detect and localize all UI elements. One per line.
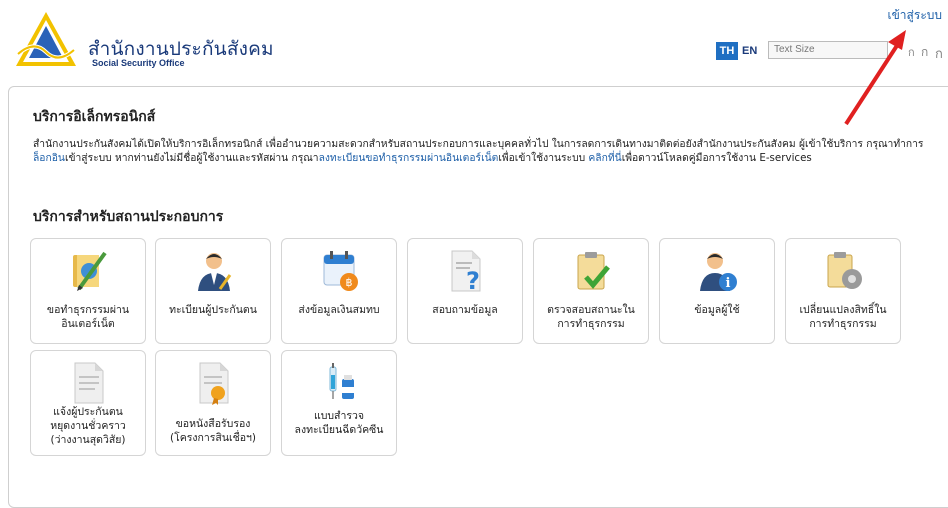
intro-part-4: เพื่อดาวน์โหลดคู่มือการใช้งาน E-services [621, 151, 812, 164]
login-inline-link[interactable]: ล็อกอิน [33, 152, 65, 164]
service-label: แบบสำรวจ ลงทะเบียนฉีดวัคซีน [294, 410, 384, 436]
clipboard-check-icon [577, 252, 610, 290]
service-card-insured-registration[interactable]: ทะเบียนผู้ประกันตน [155, 238, 271, 344]
service-label: แจ้งผู้ประกันตน หยุดงานชั่วคราว (ว่างงานสุ… [50, 406, 126, 446]
manual-download-link[interactable]: คลิกที่นี่ [588, 152, 621, 164]
intro-part-2: เข้าสู่ระบบ หากท่านยังไม่มีชื่อผู้ใช้งาน… [64, 151, 319, 164]
svg-text:฿: ฿ [346, 276, 353, 289]
brand-title-en: Social Security Office [92, 58, 185, 68]
text-size-large-button[interactable]: ก [935, 43, 943, 64]
service-card-certificate-request[interactable]: ขอหนังสือรับรอง (โครงการสินเชื่อฯ) [155, 350, 271, 456]
register-link[interactable]: ลงทะเบียนขอทำธุรกรรมผ่านอินเตอร์เน็ต [319, 152, 499, 164]
service-label: ทะเบียนผู้ประกันตน [169, 304, 257, 316]
service-card-permission-change[interactable]: เปลี่ยนแปลงสิทธิ์ใน การทำธุรกรรม [785, 238, 901, 344]
vaccine-icon [329, 363, 354, 399]
service-card-temporary-stop-work[interactable]: แจ้งผู้ประกันตน หยุดงานชั่วคราว (ว่างงานสุ… [30, 350, 146, 456]
service-card-transaction-status[interactable]: ตรวจสอบสถานะใน การทำธุรกรรม [533, 238, 649, 344]
service-label: ข้อมูลผู้ใช้ [694, 304, 740, 316]
calendar-baht-icon: ฿ [323, 251, 358, 291]
text-size-medium-button[interactable]: ก [921, 43, 928, 62]
intro-text: สำนักงานประกันสังคมได้เปิดให้บริการอิเล็… [33, 138, 938, 165]
document-plain-icon [74, 362, 104, 404]
service-label: ตรวจสอบสถานะใน การทำธุรกรรม [547, 304, 635, 330]
svg-text:?: ? [466, 267, 480, 293]
service-card-contribution-data[interactable]: ฿ ส่งข้อมูลเงินสมทบ [281, 238, 397, 344]
person-register-icon [198, 253, 232, 291]
text-size-label: Text Size [768, 41, 888, 59]
document-certificate-icon [199, 362, 229, 405]
intro-part-1: สำนักงานประกันสังคมได้เปิดให้บริการอิเล็… [33, 138, 924, 150]
service-label: เปลี่ยนแปลงสิทธิ์ใน การทำธุรกรรม [799, 304, 887, 330]
service-label: สอบถามข้อมูล [432, 304, 498, 316]
login-link[interactable]: เข้าสู่ระบบ [888, 6, 943, 25]
document-question-icon: ? [451, 250, 481, 293]
employer-services-title: บริการสำหรับสถานประกอบการ [33, 209, 224, 225]
service-label: ส่งข้อมูลเงินสมทบ [298, 304, 380, 316]
service-label: ขอหนังสือรับรอง (โครงการสินเชื่อฯ) [169, 418, 257, 444]
service-card-vaccine-survey[interactable]: แบบสำรวจ ลงทะเบียนฉีดวัคซีน [281, 350, 397, 456]
clipboard-gear-icon [827, 252, 862, 289]
notebook-pencil-icon [73, 251, 107, 291]
sso-logo-icon [16, 12, 76, 66]
service-card-inquiry[interactable]: ? สอบถามข้อมูล [407, 238, 523, 344]
user-info-icon: i [700, 253, 737, 291]
text-size-small-button[interactable]: ก [908, 43, 915, 61]
intro-part-3: เพื่อเข้าใช้งานระบบ [498, 151, 589, 164]
service-card-internet-transaction[interactable]: ขอทำธุรกรรมผ่าน อินเตอร์เน็ต [30, 238, 146, 344]
page-title: บริการอิเล็กทรอนิกส์ [33, 109, 156, 125]
svg-text:i: i [726, 276, 731, 291]
lang-th-button[interactable]: TH [716, 42, 738, 60]
service-label: ขอทำธุรกรรมผ่าน อินเตอร์เน็ต [46, 304, 130, 330]
lang-en-button[interactable]: EN [742, 42, 757, 60]
service-card-user-info[interactable]: i ข้อมูลผู้ใช้ [659, 238, 775, 344]
